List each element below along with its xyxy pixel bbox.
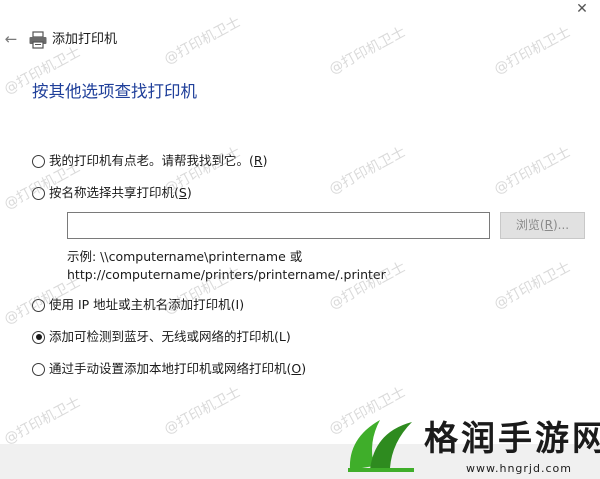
option-manual-setup[interactable]: 通过手动设置添加本地打印机或网络打印机(O): [32, 360, 306, 378]
radio-ip-address[interactable]: [32, 298, 45, 312]
watermark: @打印机卫士: [326, 144, 409, 198]
close-icon[interactable]: ✕: [572, 0, 592, 18]
page-heading: 按其他选项查找打印机: [32, 82, 197, 101]
watermark: @打印机卫士: [161, 384, 244, 438]
option-wireless-printer-label: 添加可检测到蓝牙、无线或网络的打印机(L): [49, 329, 291, 344]
back-arrow-icon[interactable]: ←: [2, 30, 20, 48]
path-example: 示例: \\computername\printername 或 http://…: [67, 248, 386, 284]
window-title: 添加打印机: [52, 32, 118, 47]
title-bar: ← 添加打印机 ✕: [0, 0, 600, 80]
option-wireless-printer[interactable]: 添加可检测到蓝牙、无线或网络的打印机(L): [32, 328, 291, 346]
radio-shared-printer[interactable]: [32, 186, 45, 200]
option-ip-address-label: 使用 IP 地址或主机名添加打印机(I): [49, 297, 245, 312]
radio-wireless-printer[interactable]: [32, 330, 45, 344]
option-shared-printer[interactable]: 按名称选择共享打印机(S): [32, 184, 192, 202]
example-line-2: http://computername/printers/printername…: [67, 267, 386, 282]
watermark: @打印机卫士: [491, 144, 574, 198]
option-ip-address[interactable]: 使用 IP 地址或主机名添加打印机(I): [32, 296, 244, 314]
printer-icon: [29, 31, 47, 49]
example-line-1: 示例: \\computername\printername 或: [67, 249, 303, 264]
option-old-printer[interactable]: 我的打印机有点老。请帮我找到它。(R): [32, 152, 267, 170]
logo-url: www.hngrjd.com: [466, 462, 572, 475]
option-old-printer-label: 我的打印机有点老。请帮我找到它。(R): [49, 153, 268, 168]
option-manual-setup-label: 通过手动设置添加本地打印机或网络打印机(O): [49, 361, 307, 376]
radio-manual-setup[interactable]: [32, 362, 45, 376]
option-shared-printer-label: 按名称选择共享打印机(S): [49, 185, 192, 200]
browse-button[interactable]: 浏览(R)...: [500, 212, 585, 239]
logo-text: 格润手游网: [424, 419, 600, 459]
radio-old-printer[interactable]: [32, 154, 45, 168]
watermark: @打印机卫士: [1, 394, 84, 448]
watermark: @打印机卫士: [491, 259, 574, 313]
leaf-logo-icon: [348, 420, 414, 472]
shared-printer-path-input[interactable]: [67, 212, 490, 239]
site-logo: 格润手游网 www.hngrjd.com: [340, 408, 600, 479]
